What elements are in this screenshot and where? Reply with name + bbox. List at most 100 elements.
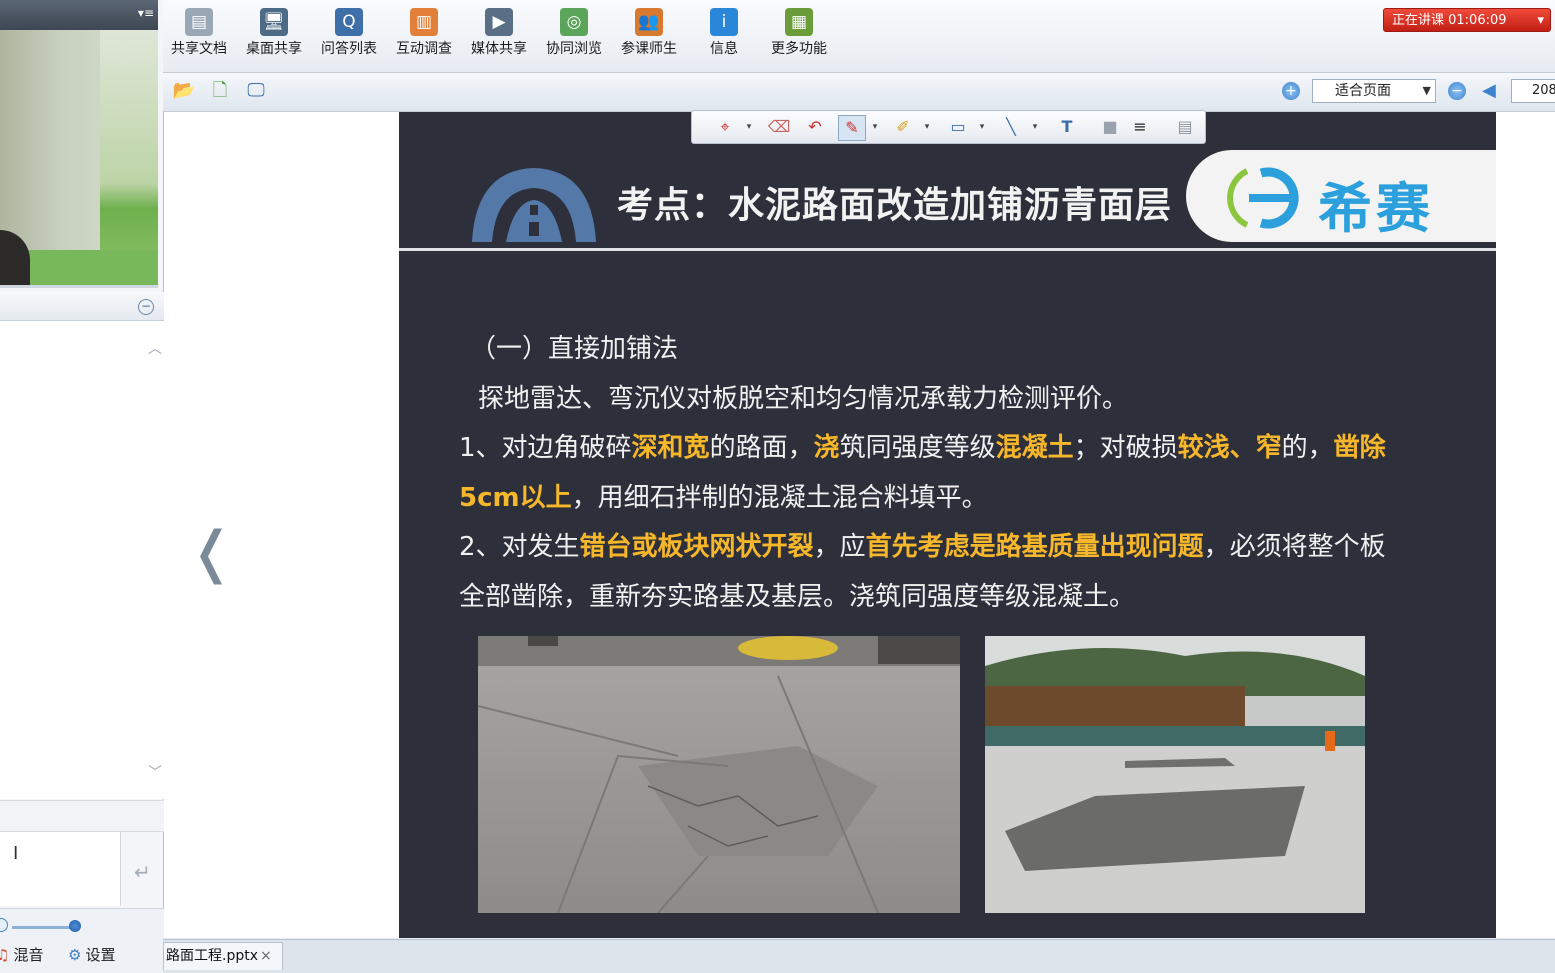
toolbar-button-label: 问答列表 — [321, 41, 377, 57]
chevron-down-icon[interactable]: ▾ — [862, 115, 888, 139]
slide-heading: （一）直接加铺法 — [470, 334, 679, 364]
highlighted-text: 首先考虑是路基质量出现问题 — [865, 532, 1204, 562]
chat-divider — [0, 800, 165, 832]
toolbar-button-label: 更多功能 — [771, 41, 827, 57]
media-share-icon: ▶ — [485, 8, 513, 36]
slide-text: 的路面， — [709, 433, 814, 463]
brand-name: 希赛 — [1318, 177, 1434, 240]
toolbar-button-label: 互动调查 — [396, 41, 452, 57]
toolbar-button-label: 协同浏览 — [546, 41, 602, 57]
text-tool-icon[interactable]: T — [1054, 115, 1080, 139]
live-status-text: 正在讲课 01:06:09 — [1392, 13, 1507, 28]
more-features-icon: ▦ — [785, 8, 813, 36]
clear-page-icon[interactable]: ▤ — [1172, 115, 1198, 139]
eraser-icon[interactable]: ⌫ — [766, 115, 792, 139]
highlighted-text: 混凝土 — [995, 433, 1074, 463]
slide-paragraph-2: 2、对发生错台或板块网状开裂，应首先考虑是路基质量出现问题，必须将整个板 — [459, 526, 1386, 563]
toolbar-button-desktop-share[interactable]: 🖥 桌面共享 — [239, 8, 309, 58]
document-icon: ▤ — [185, 8, 213, 36]
chevron-down-icon[interactable]: ▾ — [1022, 115, 1048, 139]
zoom-out-icon[interactable]: − — [1448, 82, 1466, 100]
highlighted-text: 错台或板块网状开裂 — [579, 532, 814, 562]
chat-message-list[interactable] — [0, 321, 165, 799]
toolbar-button-label: 参课师生 — [621, 41, 677, 57]
rectangle-icon[interactable]: ▭ — [945, 115, 971, 139]
slide-title: 考点：水泥路面改造加铺沥青面层 — [617, 185, 1173, 226]
line-width-icon[interactable]: ≡ — [1127, 115, 1153, 139]
toolbar-button-co-browse[interactable]: ◎ 协同浏览 — [539, 8, 609, 58]
file-tab-label: 路面工程.pptx — [166, 948, 258, 964]
slide-text: 2、对发生 — [459, 532, 580, 562]
highlighted-text: 深和宽 — [631, 433, 710, 463]
chevron-down-icon[interactable]: ▾ — [914, 115, 940, 139]
slide-text: ；对破损 — [1073, 433, 1178, 463]
toolbar-button-qa-list[interactable]: Q 问答列表 — [314, 8, 384, 58]
toolbar-button-more-features[interactable]: ▦ 更多功能 — [764, 8, 834, 58]
scroll-up-icon[interactable]: ︿ — [148, 338, 162, 358]
slide-paragraph-1: 1、对边角破碎深和宽的路面，浇筑同强度等级混凝土；对破损较浅、窄的，凿除 — [459, 427, 1386, 464]
toolbar-button-media-share[interactable]: ▶ 媒体共享 — [464, 8, 534, 58]
slide-paragraph-1-cont: 5cm以上，用细石拌制的混凝土混合料填平。 — [459, 477, 988, 514]
road-logo-icon — [472, 168, 596, 242]
cracked-road-photo — [478, 636, 960, 913]
highlighted-text: 凿除 — [1333, 433, 1386, 463]
zoom-in-icon[interactable]: + — [1282, 82, 1300, 100]
line-icon[interactable]: ╲ — [998, 115, 1024, 139]
open-folder-icon[interactable]: 📂 — [171, 79, 197, 103]
page-number-value: 208 — [1532, 83, 1555, 98]
settings-button[interactable]: ⚙ 设置 — [68, 944, 115, 965]
slide-paragraph-2-cont: 全部凿除，重新夯实路基及基层。浇筑同强度等级混凝土。 — [459, 582, 1136, 612]
add-document-icon[interactable]: 🗋 — [207, 79, 233, 103]
highlighted-text: 浇 — [813, 433, 840, 463]
qa-list-icon: Q — [335, 8, 363, 36]
panel-menu-icon[interactable]: ▾≡ — [138, 6, 154, 20]
patched-road-photo — [985, 636, 1365, 913]
slide-intro: 探地雷达、弯沉仪对板脱空和均匀情况承载力检测评价。 — [478, 384, 1129, 414]
text-cursor-icon: I — [13, 843, 19, 864]
collapse-icon[interactable]: − — [138, 299, 154, 315]
slide-text: 的， — [1281, 433, 1334, 463]
fill-color-icon[interactable]: ■ — [1097, 115, 1123, 139]
video-panel-header: ▾≡ — [0, 0, 158, 30]
highlighted-text: 5cm以上 — [459, 483, 572, 513]
slide-text: 筑同强度等级 — [839, 433, 996, 463]
screen-capture-icon[interactable]: 🖵 — [243, 79, 269, 103]
chevron-down-icon[interactable]: ▾ — [736, 115, 762, 139]
page-number-input[interactable]: 208 — [1511, 79, 1555, 103]
mix-button[interactable]: ♫ 混音 — [0, 944, 43, 965]
toolbar-button-participants[interactable]: 👥 参课师生 — [614, 8, 684, 58]
survey-chart-icon: ▥ — [410, 8, 438, 36]
mix-icon: ♫ — [0, 946, 10, 964]
toolbar-button-label: 共享文档 — [171, 41, 227, 57]
previous-slide-arrow-icon[interactable]: ❬ — [188, 520, 235, 585]
send-icon[interactable]: ↵ — [134, 860, 151, 884]
scroll-down-icon[interactable]: ﹀ — [148, 762, 162, 782]
undo-icon[interactable]: ↶ — [802, 115, 828, 139]
gear-icon: ⚙ — [68, 946, 82, 964]
highlighter-icon[interactable]: ✐ — [890, 115, 916, 139]
close-icon[interactable]: × — [260, 948, 272, 964]
chevron-down-icon[interactable]: ▾ — [969, 115, 995, 139]
annotation-toolbar: ⌖ ▾ ⌫ ↶ ✎ ▾ ✐ ▾ ▭ ▾ ╲ ▾ T ■ ≡ ▤ — [691, 110, 1206, 144]
teacher-video — [0, 30, 158, 288]
volume-slider-knob[interactable] — [69, 920, 81, 932]
participants-icon: 👥 — [635, 8, 663, 36]
zoom-mode-value: 适合页面 — [1335, 83, 1391, 99]
zoom-select[interactable]: 适合页面 ▼ — [1312, 79, 1436, 103]
chevron-down-icon: ▾ — [1537, 13, 1544, 28]
chevron-down-icon: ▼ — [1422, 84, 1431, 97]
toolbar-button-info[interactable]: i 信息 — [689, 8, 759, 58]
toolbar-button-label: 桌面共享 — [246, 41, 302, 57]
toolbar-button-survey-chart[interactable]: ▥ 互动调查 — [389, 8, 459, 58]
file-tab[interactable]: 路面工程.pptx × — [163, 942, 283, 970]
slide-text: 1、对边角破碎 — [459, 433, 632, 463]
brand-logo-icon — [1227, 167, 1299, 229]
pointer-icon[interactable]: ⌖ — [712, 115, 738, 139]
co-browse-icon: ◎ — [560, 8, 588, 36]
live-status-badge[interactable]: 正在讲课 01:06:09 ▾ — [1383, 8, 1551, 32]
toolbar-button-document[interactable]: ▤ 共享文档 — [164, 8, 234, 58]
slide-text: ，应 — [813, 532, 866, 562]
slide-text: ，必须将整个板 — [1203, 532, 1386, 562]
video-person — [0, 230, 30, 285]
previous-page-icon[interactable]: ◀ — [1482, 80, 1496, 101]
